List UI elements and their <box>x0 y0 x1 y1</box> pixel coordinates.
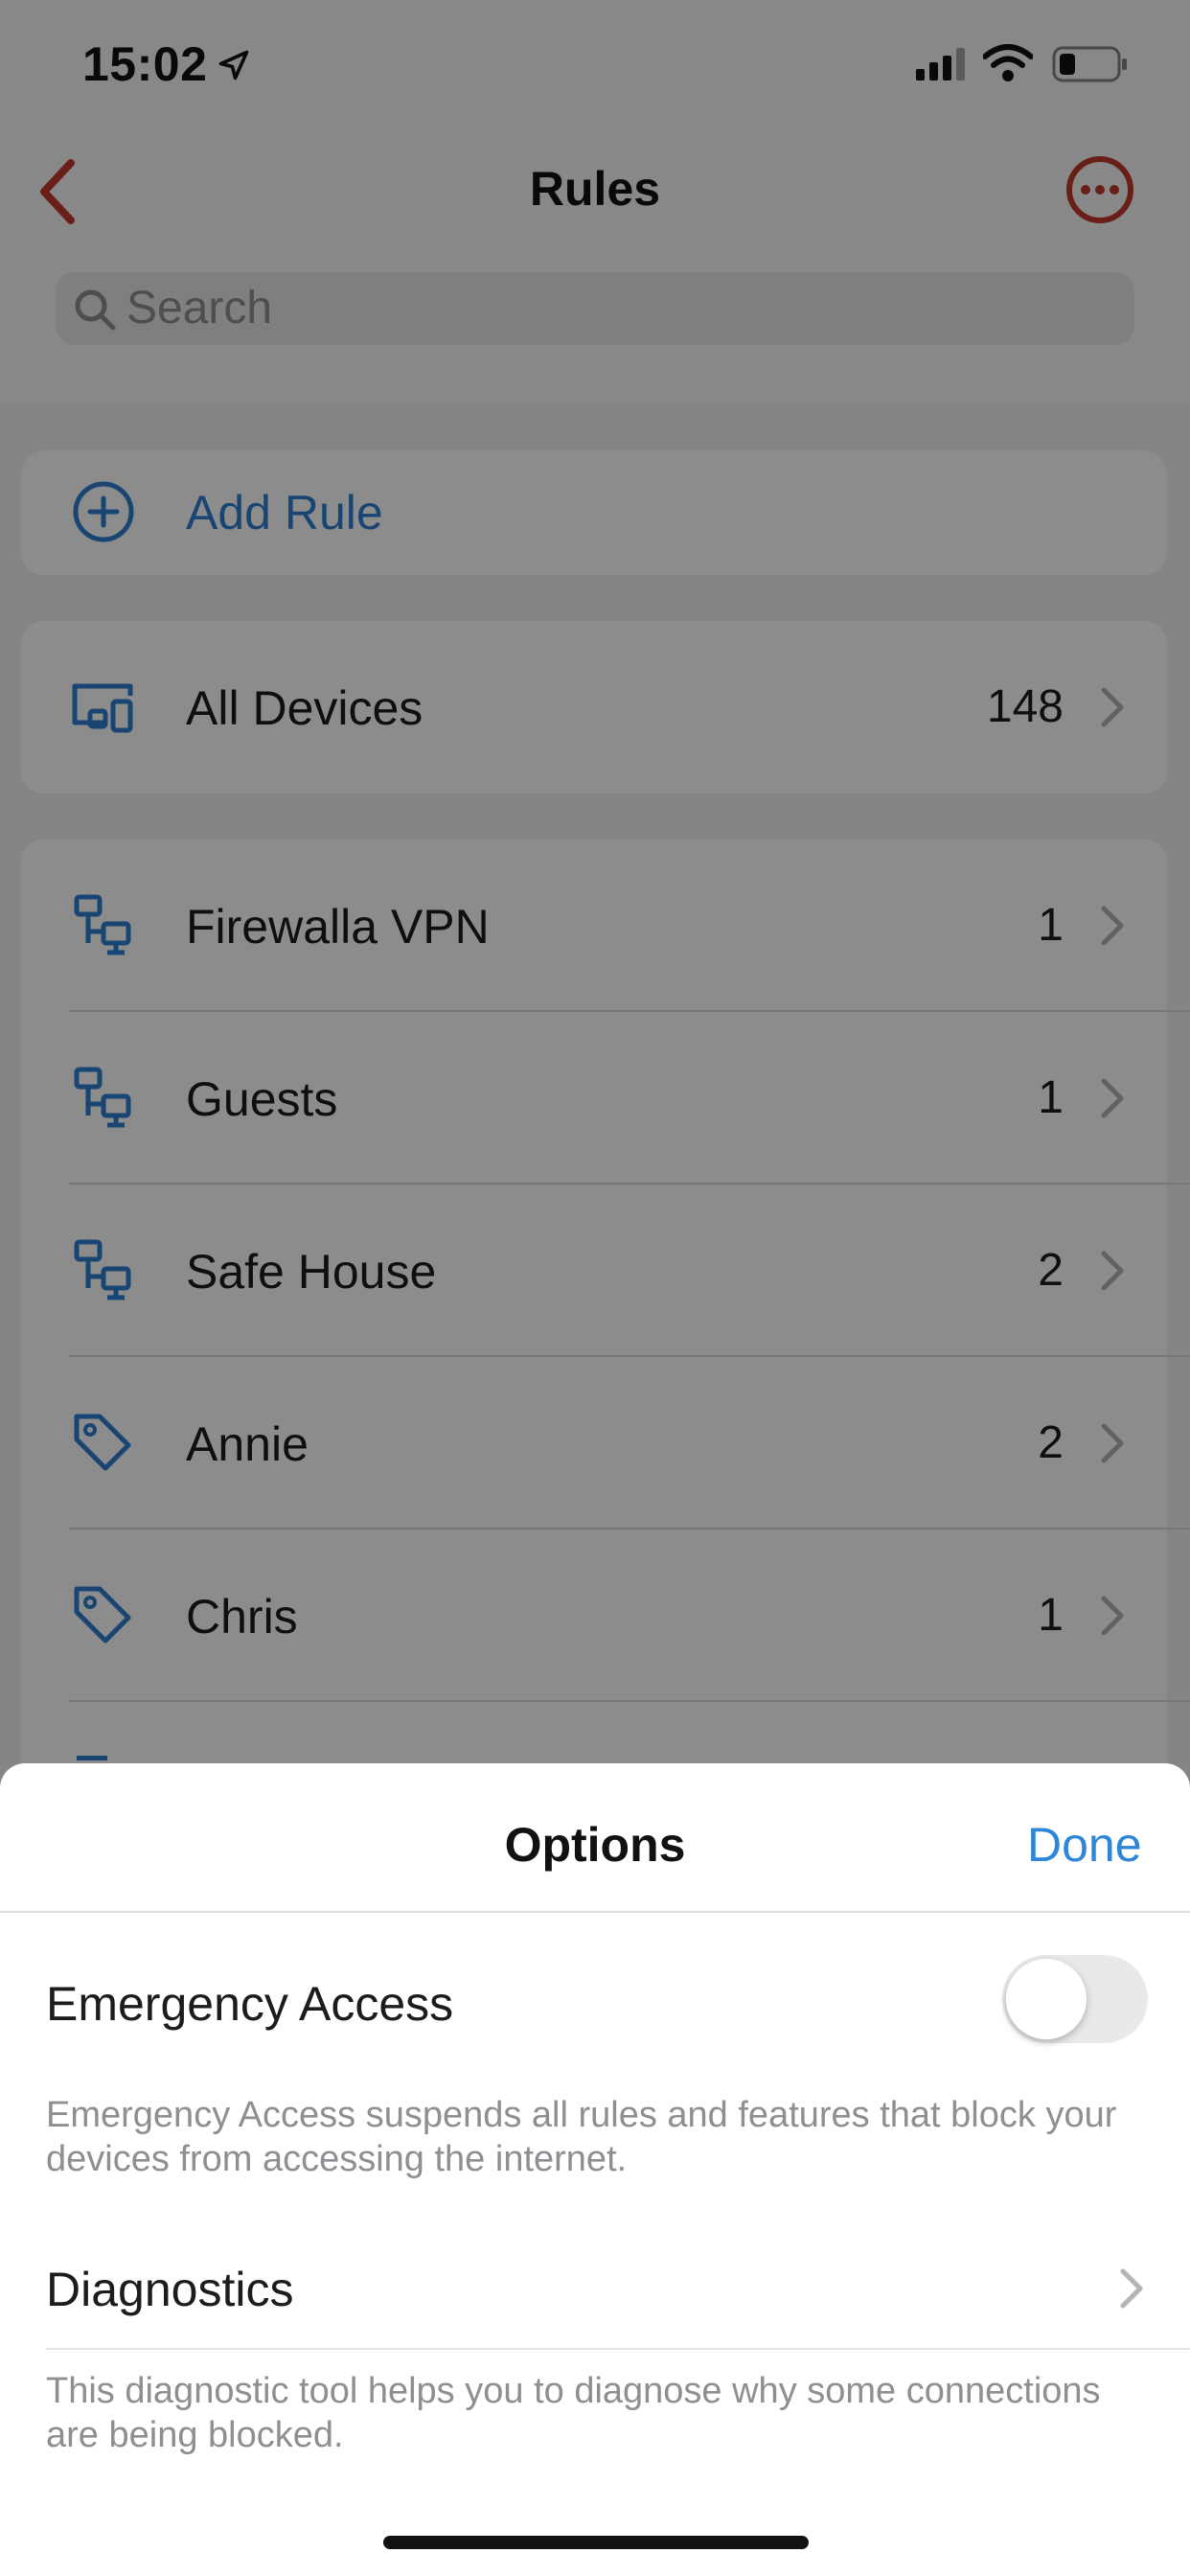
sheet-title: Options <box>504 1818 686 1872</box>
chevron-right-icon <box>1120 2268 1143 2309</box>
toggle-knob <box>1006 1959 1087 2039</box>
sheet-divider <box>0 1911 1190 1913</box>
emergency-access-description: Emergency Access suspends all rules and … <box>46 2095 1117 2179</box>
diagnostics-description: This diagnostic tool helps you to diagno… <box>46 2371 1101 2455</box>
diagnostics-label: Diagnostics <box>46 2263 294 2316</box>
home-indicator <box>383 2536 809 2549</box>
diagnostics-divider <box>46 2348 1190 2350</box>
done-button[interactable]: Done <box>1027 1817 1142 1873</box>
emergency-access-label: Emergency Access <box>46 1977 454 2031</box>
